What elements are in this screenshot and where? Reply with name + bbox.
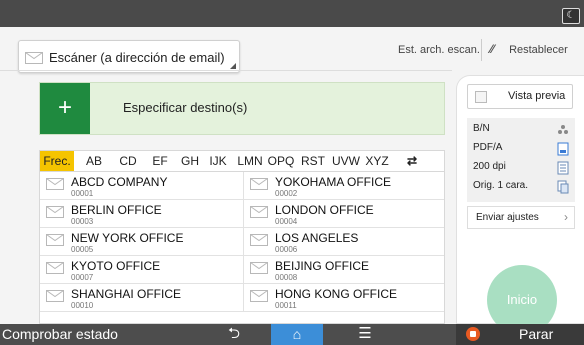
list-item[interactable]: BEIJING OFFICE 00008 (243, 256, 444, 284)
address-book-tabs: Frec. AB CD EF GH IJK LMN OPQ RST UVW XY… (39, 150, 445, 172)
preview-checkbox[interactable] (475, 91, 487, 103)
main-area: Escáner (a dirección de email) Est. arch… (0, 27, 584, 335)
menu-icon[interactable]: ☰ (355, 324, 375, 345)
envelope-icon (46, 178, 64, 190)
list-item[interactable]: LONDON OFFICE 00004 (243, 200, 444, 228)
setting-resolution: 200 dpi (473, 161, 569, 177)
list-item[interactable]: ABCD COMPANY 00001 (40, 172, 243, 200)
list-item[interactable]: KYOTO OFFICE 00007 (40, 256, 243, 284)
envelope-icon (46, 262, 64, 274)
stop-button[interactable]: Parar (456, 324, 584, 345)
tab-frequent[interactable]: Frec. (40, 151, 74, 171)
setting-label: B/N (473, 123, 490, 134)
entry-number: 00008 (275, 273, 298, 282)
entry-number: 00004 (275, 217, 298, 226)
entry-name: SHANGHAI OFFICE (71, 287, 182, 301)
list-item[interactable]: YOKOHAMA OFFICE 00002 (243, 172, 444, 200)
envelope-icon (250, 234, 268, 246)
envelope-icon (250, 290, 268, 302)
divider (481, 39, 482, 61)
entry-name: LOS ANGELES (275, 231, 359, 245)
entry-name: BEIJING OFFICE (275, 259, 370, 273)
list-item[interactable]: NEW YORK OFFICE 00005 (40, 228, 243, 256)
stop-label: Parar (519, 326, 554, 342)
envelope-icon (250, 206, 268, 218)
switch-order-icon[interactable]: ⇄ (400, 151, 424, 171)
top-bar: ☾ (0, 0, 584, 27)
tab-cd[interactable]: CD (116, 151, 140, 171)
plus-icon: + (40, 83, 90, 134)
stop-icon (466, 327, 480, 341)
setting-sides: Orig. 1 cara. (473, 180, 569, 196)
envelope-icon (46, 206, 64, 218)
tab-rst[interactable]: RST (298, 151, 328, 171)
entry-name: ABCD COMPANY (71, 175, 168, 189)
bottom-bar: Comprobar estado ⮌ ⌂ ☰ Parar (0, 324, 584, 345)
file-type-icon (557, 142, 569, 156)
send-settings-label: Enviar ajustes (476, 212, 539, 223)
send-settings-button[interactable]: Enviar ajustes › (467, 206, 575, 229)
entry-number: 00011 (275, 301, 297, 310)
envelope-icon (250, 262, 268, 274)
setting-file-type: PDF/A (473, 142, 569, 158)
setting-color-mode: B/N (473, 123, 569, 139)
preview-toggle[interactable]: Vista previa (467, 84, 573, 109)
envelope-icon (46, 234, 64, 246)
entry-number: 00010 (71, 301, 94, 310)
entry-name: BERLIN OFFICE (71, 203, 162, 217)
setting-label: 200 dpi (473, 161, 506, 172)
list-item[interactable]: BERLIN OFFICE 00003 (40, 200, 243, 228)
resolution-icon (557, 161, 569, 175)
tab-opq[interactable]: OPQ (266, 151, 296, 171)
tab-gh[interactable]: GH (178, 151, 202, 171)
specify-destination-label: Especificar destino(s) (123, 100, 248, 115)
entry-name: KYOTO OFFICE (71, 259, 161, 273)
color-dots-icon (558, 125, 568, 134)
home-icon[interactable]: ⌂ (271, 324, 323, 345)
setting-label: Orig. 1 cara. (473, 180, 529, 191)
specify-destination-button[interactable]: + Especificar destino(s) (39, 82, 445, 135)
tab-ijk[interactable]: IJK (206, 151, 230, 171)
entry-name: LONDON OFFICE (275, 203, 374, 217)
back-icon[interactable]: ⮌ (222, 324, 246, 345)
entry-name: HONG KONG OFFICE (275, 287, 398, 301)
entry-number: 00001 (71, 189, 94, 198)
tab-xyz[interactable]: XYZ (363, 151, 391, 171)
list-item[interactable]: LOS ANGELES 00006 (243, 228, 444, 256)
tab-ab[interactable]: AB (82, 151, 106, 171)
preview-label: Vista previa (508, 90, 566, 102)
list-item[interactable]: HONG KONG OFFICE 00011 (243, 284, 444, 312)
tab-ef[interactable]: EF (149, 151, 171, 171)
envelope-icon (46, 290, 64, 302)
chevron-right-icon: › (564, 210, 568, 224)
entry-number: 00007 (71, 273, 94, 282)
scan-file-settings-button[interactable]: Est. arch. escan. (398, 44, 480, 56)
reset-icon: ⁄⁄ (490, 42, 495, 56)
reset-button[interactable]: ⁄⁄ Restablecer (490, 42, 568, 56)
tab-lmn[interactable]: LMN (235, 151, 265, 171)
destination-list: ABCD COMPANY 00001 YOKOHAMA OFFICE 00002… (39, 172, 445, 324)
setting-label: PDF/A (473, 142, 503, 153)
divider (0, 70, 452, 71)
dropdown-corner-icon (230, 63, 236, 69)
reset-label: Restablecer (509, 44, 568, 56)
single-side-icon (557, 180, 569, 194)
entry-number: 00002 (275, 189, 298, 198)
envelope-icon (25, 52, 43, 64)
entry-number: 00006 (275, 245, 298, 254)
scanner-mode-label: Escáner (a dirección de email) (49, 50, 225, 65)
current-settings-summary: B/N PDF/A 200 dpi Orig. 1 cara. (467, 118, 575, 202)
moon-icon[interactable]: ☾ (562, 8, 580, 24)
envelope-icon (250, 178, 268, 190)
scanner-mode-select[interactable]: Escáner (a dirección de email) (18, 40, 240, 73)
entry-number: 00003 (71, 217, 94, 226)
tab-uvw[interactable]: UVW (330, 151, 362, 171)
check-status-button[interactable]: Comprobar estado (2, 326, 118, 342)
entry-name: YOKOHAMA OFFICE (275, 175, 392, 189)
list-item[interactable]: SHANGHAI OFFICE 00010 (40, 284, 243, 312)
entry-name: NEW YORK OFFICE (71, 231, 184, 245)
entry-number: 00005 (71, 245, 94, 254)
